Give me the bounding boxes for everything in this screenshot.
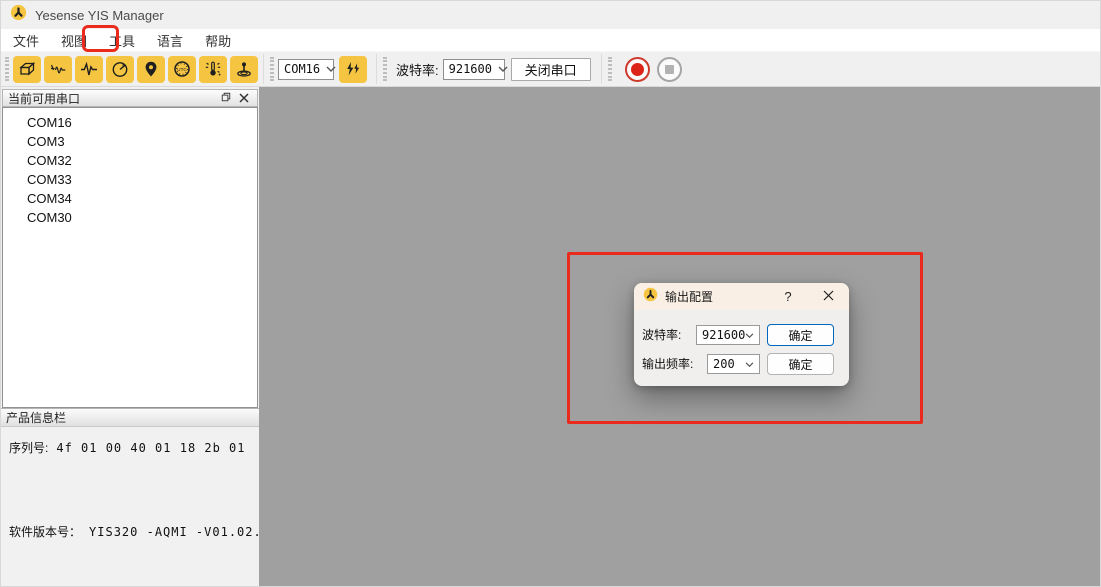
temperature-vibration-button[interactable]: [199, 56, 227, 83]
dialog-baud-row: 波特率: 921600 确定: [634, 324, 849, 346]
list-item-port[interactable]: COM3: [3, 132, 257, 151]
menu-tools[interactable]: 工具: [98, 29, 146, 52]
baud-rate-select[interactable]: 921600: [443, 59, 505, 80]
toolbar-drag-handle[interactable]: [383, 57, 387, 81]
record-icon: [631, 63, 644, 76]
3d-cube-icon: [17, 59, 37, 79]
port-select[interactable]: COM16: [278, 59, 334, 80]
left-dock-panel: 当前可用串口 COM16 COM3 COM32 COM33 COM34 COM3…: [1, 87, 259, 586]
float-panel-button[interactable]: [217, 91, 235, 106]
app-window: Yesense YIS Manager 文件 视图 工具 语言 帮助 UTC: [0, 0, 1101, 587]
serial-number-label: 序列号:: [9, 439, 48, 456]
toolbar-drag-handle[interactable]: [608, 57, 612, 81]
signal-waveform-icon: [48, 59, 68, 79]
software-version-label: 软件版本号：: [9, 523, 81, 540]
signal-waveform-button[interactable]: [44, 56, 72, 83]
close-icon: [823, 289, 834, 304]
list-item-port[interactable]: COM16: [3, 113, 257, 132]
ports-panel-title: 当前可用串口: [8, 90, 80, 107]
menu-help[interactable]: 帮助: [194, 29, 242, 52]
product-info-area: 序列号: 4f 01 00 40 01 18 2b 01 软件版本号： YIS3…: [1, 427, 259, 586]
list-item-port[interactable]: COM33: [3, 170, 257, 189]
thermometer-vibration-icon: [203, 59, 223, 79]
dialog-close-button[interactable]: [820, 289, 836, 305]
serial-number-row: 序列号: 4f 01 00 40 01 18 2b 01: [9, 439, 251, 456]
joystick-button[interactable]: [230, 56, 258, 83]
toolbar-separator: [376, 54, 377, 84]
gauge-button[interactable]: [106, 56, 134, 83]
ports-panel-header: 当前可用串口: [2, 89, 258, 107]
dialog-baud-value: 921600: [702, 328, 745, 342]
dialog-baud-ok-button[interactable]: 确定: [767, 324, 834, 346]
3d-model-button[interactable]: [13, 56, 41, 83]
utc-icon-text: UTC: [177, 67, 187, 72]
menu-language[interactable]: 语言: [146, 29, 194, 52]
dialog-freq-value: 200: [713, 357, 735, 371]
refresh-ports-button[interactable]: [339, 56, 367, 83]
location-pin-icon: [141, 59, 161, 79]
dialog-logo-icon: [643, 287, 658, 307]
chevron-down-icon: [745, 357, 754, 371]
chevron-down-icon: [498, 62, 508, 76]
close-icon: [239, 91, 249, 106]
dialog-freq-ok-button[interactable]: 确定: [767, 353, 834, 375]
dialog-title: 输出配置: [665, 288, 713, 305]
close-serial-port-button[interactable]: 关闭串口: [511, 58, 591, 81]
toolbar-drag-handle[interactable]: [5, 57, 9, 81]
stop-button[interactable]: [657, 57, 682, 82]
list-item-port[interactable]: COM32: [3, 151, 257, 170]
main-toolbar: UTC COM16 波特率: 921600 关闭串口: [1, 51, 1100, 87]
baud-rate-label: 波特率:: [396, 60, 439, 79]
dialog-freq-select[interactable]: 200: [707, 354, 760, 374]
gps-location-button[interactable]: [137, 56, 165, 83]
serial-port-list: COM16 COM3 COM32 COM33 COM34 COM30: [2, 107, 258, 408]
record-button[interactable]: [625, 57, 650, 82]
close-panel-button[interactable]: [235, 91, 253, 106]
menu-file[interactable]: 文件: [2, 29, 50, 52]
output-config-dialog: 输出配置 ? 波特率: 921600 确定 输出频率: 200 确定: [634, 283, 849, 386]
serial-number-value: 4f 01 00 40 01 18 2b 01: [56, 441, 245, 455]
dialog-baud-select[interactable]: 921600: [696, 325, 760, 345]
pulse-waveform-icon: [79, 59, 99, 79]
dialog-titlebar[interactable]: 输出配置 ?: [634, 283, 849, 310]
list-item-port[interactable]: COM30: [3, 208, 257, 227]
lightning-refresh-icon: [343, 59, 363, 79]
baud-rate-value: 921600: [449, 62, 492, 76]
utc-clock-icon: UTC: [172, 59, 192, 79]
joystick-icon: [234, 59, 254, 79]
utc-clock-button[interactable]: UTC: [168, 56, 196, 83]
toolbar-separator: [601, 54, 602, 84]
product-info-title: 产品信息栏: [6, 409, 66, 426]
toolbar-separator: [263, 54, 264, 84]
stop-icon: [665, 65, 674, 74]
window-title: Yesense YIS Manager: [35, 8, 164, 23]
window-titlebar: Yesense YIS Manager: [1, 1, 1100, 29]
menu-view[interactable]: 视图: [50, 29, 98, 52]
gauge-icon: [110, 59, 130, 79]
pulse-waveform-button[interactable]: [75, 56, 103, 83]
chevron-down-icon: [745, 328, 754, 342]
dialog-baud-label: 波特率:: [642, 324, 681, 346]
float-window-icon: [220, 91, 232, 106]
menu-bar: 文件 视图 工具 语言 帮助: [1, 29, 1100, 51]
product-info-header: 产品信息栏: [1, 408, 259, 427]
software-version-row: 软件版本号： YIS320 -AQMI -V01.02.03;: [9, 523, 251, 540]
software-version-value: YIS320 -AQMI -V01.02.03;: [89, 525, 286, 539]
port-select-value: COM16: [284, 62, 320, 76]
dialog-help-button[interactable]: ?: [779, 289, 797, 304]
dialog-freq-label: 输出频率:: [642, 353, 693, 375]
toolbar-drag-handle[interactable]: [270, 57, 274, 81]
app-logo-icon: [10, 4, 27, 26]
list-item-port[interactable]: COM34: [3, 189, 257, 208]
dialog-freq-row: 输出频率: 200 确定: [634, 353, 849, 375]
chevron-down-icon: [326, 62, 336, 76]
